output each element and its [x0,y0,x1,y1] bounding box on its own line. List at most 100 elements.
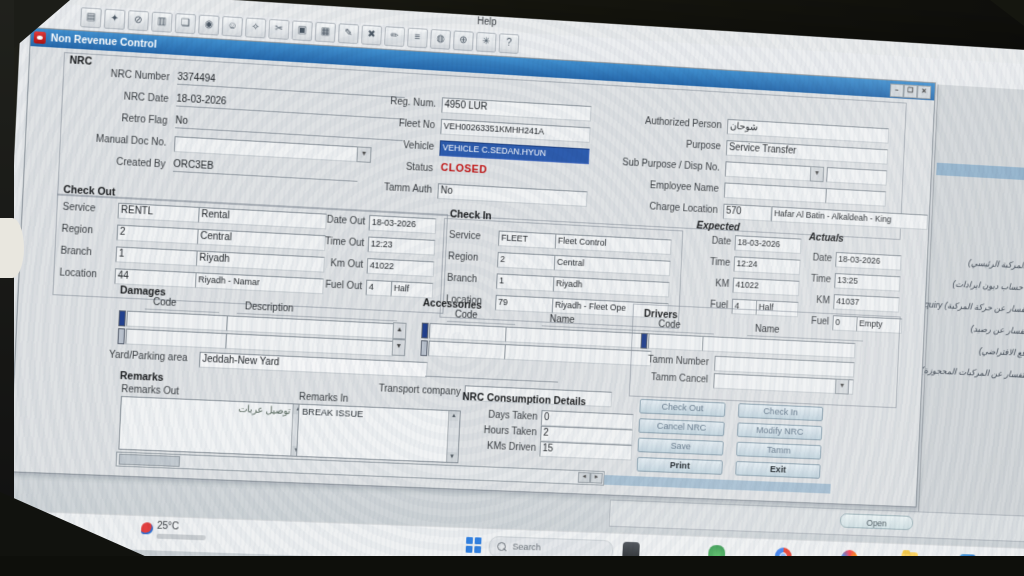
co-location-label: Location [59,268,97,283]
execute-query-icon[interactable]: ✦ [104,9,126,30]
km-out-label: Km Out [313,257,364,272]
remarks-in-textarea[interactable]: BREAK ISSUE ▲▼ [296,404,461,464]
charge-location-code-field[interactable]: 570 [723,204,772,222]
restore-button[interactable]: ❐ [903,84,917,98]
transport-company-label: Transport company [359,383,461,400]
scrollbar-thumb[interactable] [119,454,180,467]
drivers-row1-code-field[interactable] [648,333,705,351]
disp-no-field[interactable] [826,167,887,186]
exp-time-label: Time [687,256,730,271]
print-button[interactable]: Print [637,457,723,475]
cancel-query-icon[interactable]: ⊘ [127,10,149,31]
menu-help[interactable]: Help [477,16,497,30]
act-date-label: Date [793,252,832,266]
damages-scroll-down[interactable]: ▼ [392,339,406,356]
photo-scene: Help ▤ ✦ ⊘ ▥ ❏ ◉ ☺ ✧ ✂ ▣ ▦ ✎ ✖ ✏ ≡ ◍ ⊕ ✳… [0,0,1024,576]
act-km-field[interactable]: 41037 [833,294,899,313]
actuals-section-title: Actuals [809,231,844,245]
act-time-label: Time [792,273,831,287]
fuel-out-label: Fuel Out [312,279,363,294]
minimize-button[interactable]: – [890,83,904,97]
check-in-button[interactable]: Check In [738,403,823,421]
co-branch-label: Branch [60,246,92,261]
edit-icon[interactable]: ✏ [384,26,405,47]
monitor-screen: Help ▤ ✦ ⊘ ▥ ❏ ◉ ☺ ✧ ✂ ▣ ▦ ✎ ✖ ✏ ≡ ◍ ⊕ ✳… [0,0,1024,576]
user-icon[interactable]: ☺ [222,16,243,37]
damages-scroll-up[interactable]: ▲ [392,322,406,339]
damages-row2-code-field[interactable] [125,329,228,350]
exp-km-field[interactable]: 41022 [732,277,799,296]
desk-highlight [0,218,24,278]
kms-driven-field[interactable]: 15 [539,441,632,460]
km-out-field[interactable]: 41022 [367,258,435,277]
paste-icon[interactable]: ▦ [315,22,336,43]
mouse-icon[interactable]: ◉ [198,15,219,36]
status-value: CLOSED [440,162,487,176]
fuel-out-code-field[interactable]: 4 [366,280,394,297]
exp-time-field[interactable]: 12:24 [733,256,800,275]
insert-record-icon[interactable]: ✎ [338,23,359,44]
act-time-field[interactable]: 13:25 [834,273,900,292]
search-icon [497,542,506,551]
remarks-out-text: توصيل عربات [124,399,291,417]
ci-location-code-field[interactable]: 79 [495,295,554,313]
accessories-row1-indicator[interactable] [421,323,428,339]
ci-region-code-field[interactable]: 2 [497,252,556,271]
start-button[interactable] [466,537,482,553]
background-task-panel: (ملف المركبة الرئيسي) (ضبط حساب ديون اير… [918,84,1024,527]
sub-purpose-dropdown-icon[interactable]: ▼ [810,166,824,182]
weather-temp: 25°C [157,521,179,533]
modify-nrc-button[interactable]: Modify NRC [737,422,822,440]
act-date-field[interactable]: 18-03-2026 [835,252,901,271]
check-out-button[interactable]: Check Out [639,399,725,417]
cut-icon[interactable]: ✂ [268,19,289,40]
cancel-nrc-button[interactable]: Cancel NRC [638,418,724,436]
employee-name-field-2[interactable] [825,188,886,207]
tamm-cancel-dropdown-icon[interactable]: ▼ [835,379,849,395]
remarks-in-scrollbar[interactable]: ▲▼ [446,411,460,462]
bezel-left [0,0,14,576]
close-button[interactable]: ✕ [917,85,931,99]
print-icon[interactable]: ❏ [175,13,196,34]
accessories-row2-code-field[interactable] [428,341,507,360]
ci-branch-code-field[interactable]: 1 [496,273,555,291]
scroll-left-arrow[interactable]: ◄ [578,472,591,483]
copy-icon[interactable]: ▣ [292,20,313,41]
ci-service-code-field[interactable]: FLEET [498,231,557,250]
exp-date-label: Date [688,235,731,250]
help-icon[interactable]: ? [499,33,520,54]
remarks-section-title: Remarks [120,370,164,385]
list-icon[interactable]: ≡ [407,28,428,49]
window-title: Non Revenue Control [50,32,157,50]
exit-button[interactable]: Exit [735,461,820,479]
time-out-field[interactable]: 12:23 [368,236,436,255]
yard-parking-extension-line [425,363,558,383]
open-button[interactable]: Open [840,513,914,530]
exp-date-field[interactable]: 18-03-2026 [734,235,801,254]
globe-icon[interactable]: ◍ [430,29,451,50]
fuel-out-desc-field[interactable]: Half [391,281,434,299]
keys-icon[interactable]: ✧ [245,17,266,38]
ci-service-label: Service [449,230,481,244]
damages-row1-code-field[interactable] [126,311,229,332]
accessories-row2-indicator[interactable] [420,340,427,356]
scroll-right-arrow[interactable]: ► [590,472,603,483]
save-button[interactable]: Save [638,438,724,456]
tamm-button[interactable]: Tamm [736,442,821,460]
asterisk-icon[interactable]: ✳ [476,32,497,53]
damages-row1-indicator[interactable] [118,310,126,326]
accessories-row1-code-field[interactable] [429,323,508,342]
save-icon[interactable]: ▤ [80,7,102,28]
days-taken-label: Days Taken [467,409,538,425]
damages-row2-indicator[interactable] [117,328,125,344]
damages-code-header: Code [145,297,220,313]
delete-record-icon[interactable]: ✖ [361,25,382,46]
drivers-row1-indicator[interactable] [640,333,647,349]
open-folder-icon[interactable]: ▥ [151,12,173,33]
act-km-label: KM [791,294,830,308]
co-region-label: Region [61,224,93,239]
attachment-icon[interactable]: ⊕ [453,30,474,51]
search-placeholder: Search [512,542,541,554]
ci-region-label: Region [448,251,479,265]
remarks-out-textarea[interactable]: توصيل عربات ▲▼ [118,396,305,457]
